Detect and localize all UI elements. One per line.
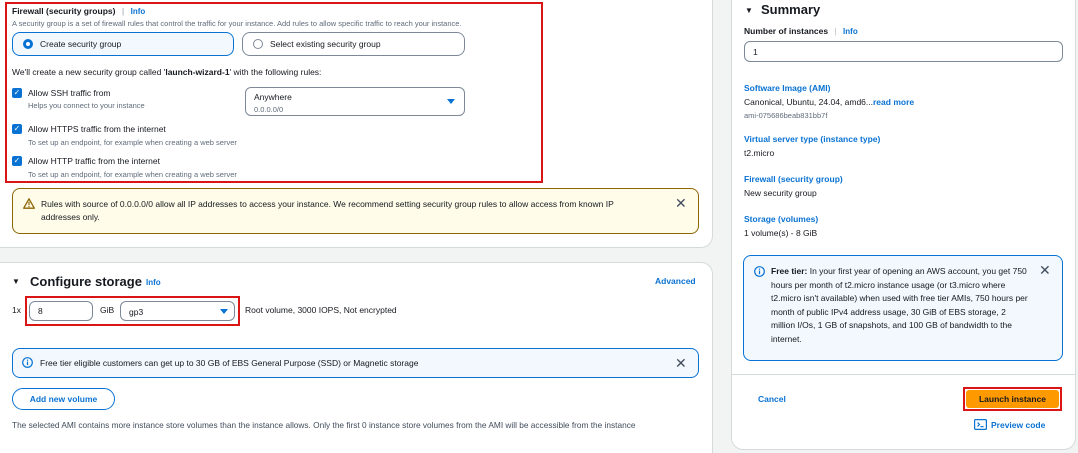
create-option-label: Create security group <box>40 39 122 49</box>
firewall-info-link[interactable]: Info <box>131 7 146 16</box>
storage-title: Configure storage <box>30 274 142 289</box>
volume-unit-label: GiB <box>100 305 115 315</box>
free-tier-alert: Free tier: In your first year of opening… <box>743 255 1063 361</box>
close-icon[interactable]: ✕ <box>675 356 687 370</box>
storage-summary-value: 1 volume(s) - 8 GiB <box>744 228 818 238</box>
ssh-rule-label: Allow SSH traffic from <box>28 88 111 98</box>
https-rule-label: Allow HTTPS traffic from the internet <box>28 124 166 134</box>
firewall-summary-link[interactable]: Firewall (security group) <box>744 174 843 184</box>
volume-size-input[interactable]: 8 <box>29 301 93 321</box>
info-icon <box>22 357 33 368</box>
free-tier-text: In your first year of opening an AWS acc… <box>771 266 1028 344</box>
http-rule-label: Allow HTTP traffic from the internet <box>28 156 160 166</box>
volume-type-select[interactable]: gp3 <box>120 301 235 321</box>
new-group-prefix: We'll create a new security group called… <box>12 67 166 77</box>
ami-link[interactable]: Software Image (AMI) <box>744 83 830 93</box>
summary-title: Summary <box>761 2 821 17</box>
open-access-warning: Rules with source of 0.0.0.0/0 allow all… <box>12 188 699 234</box>
http-rule-desc: To set up an endpoint, for example when … <box>28 170 237 179</box>
ami-value: Canonical, Ubuntu, 24.04, amd6... <box>744 97 873 107</box>
checkmark-icon: ✓ <box>13 88 21 97</box>
ssh-source-cidr: 0.0.0.0/0 <box>254 105 284 114</box>
launch-instance-button[interactable]: Launch instance <box>966 390 1059 408</box>
new-group-name: launch-wizard-1 <box>165 67 230 77</box>
close-icon[interactable]: ✕ <box>1039 263 1051 277</box>
preview-code-label: Preview code <box>991 419 1046 430</box>
volume-description: Root volume, 3000 IOPS, Not encrypted <box>245 305 397 315</box>
firewall-summary-value: New security group <box>744 188 817 198</box>
label-separator: | <box>834 26 837 36</box>
info-icon <box>754 266 765 277</box>
existing-option-label: Select existing security group <box>270 39 381 49</box>
preview-code-button[interactable]: Preview code <box>974 419 1045 430</box>
instances-label: Number of instances | Info <box>744 26 858 36</box>
instance-type-link[interactable]: Virtual server type (instance type) <box>744 134 880 144</box>
storage-advanced-link[interactable]: Advanced <box>655 276 696 286</box>
add-new-volume-button[interactable]: Add new volume <box>12 388 115 410</box>
create-security-group-option[interactable]: Create security group <box>12 32 234 56</box>
free-tier-storage-alert: Free tier eligible customers can get up … <box>12 348 699 378</box>
code-icon <box>974 419 987 430</box>
select-existing-security-group-option[interactable]: Select existing security group <box>242 32 465 56</box>
close-icon[interactable]: ✕ <box>675 196 687 210</box>
title-separator: | <box>121 6 125 16</box>
caret-down-icon <box>447 99 455 104</box>
https-checkbox[interactable]: ✓ <box>12 124 22 134</box>
http-checkbox[interactable]: ✓ <box>12 156 22 166</box>
summary-card <box>731 0 1076 450</box>
instances-info-link[interactable]: Info <box>843 27 858 36</box>
new-group-suffix: ' with the following rules: <box>229 67 322 77</box>
radio-unselected-icon <box>253 39 263 49</box>
instance-store-note: The selected AMI contains more instance … <box>12 420 636 430</box>
ssh-rule-desc: Helps you connect to your instance <box>28 101 145 110</box>
warning-icon <box>23 198 35 209</box>
checkmark-icon: ✓ <box>13 156 21 165</box>
summary-collapse-toggle[interactable]: ▼ <box>745 6 753 15</box>
free-tier-title: Free tier: <box>771 266 808 276</box>
volume-type-value: gp3 <box>129 307 144 317</box>
instances-label-text: Number of instances <box>744 26 829 36</box>
ssh-checkbox[interactable]: ✓ <box>12 88 22 98</box>
ami-read-more-link[interactable]: read more <box>873 97 914 107</box>
ami-id: ami-075686beab831bb7f <box>744 111 828 120</box>
checkmark-icon: ✓ <box>13 124 21 133</box>
new-group-sentence: We'll create a new security group called… <box>12 67 321 77</box>
storage-info-link[interactable]: Info <box>146 278 161 287</box>
number-of-instances-input[interactable]: 1 <box>744 41 1063 62</box>
radio-selected-icon <box>23 39 33 49</box>
storage-collapse-toggle[interactable]: ▼ <box>12 277 20 286</box>
firewall-title: Firewall (security groups) | Info <box>12 6 145 16</box>
summary-footer-divider <box>731 374 1076 375</box>
firewall-title-text: Firewall (security groups) <box>12 6 116 16</box>
firewall-description: A security group is a set of firewall ru… <box>12 19 462 28</box>
https-rule-desc: To set up an endpoint, for example when … <box>28 138 237 147</box>
warning-text: Rules with source of 0.0.0.0/0 allow all… <box>41 199 614 222</box>
free-tier-storage-text: Free tier eligible customers can get up … <box>40 358 419 368</box>
caret-down-icon <box>220 309 228 314</box>
ssh-source-value: Anywhere <box>254 92 292 102</box>
storage-summary-link[interactable]: Storage (volumes) <box>744 214 818 224</box>
ami-value-line: Canonical, Ubuntu, 24.04, amd6...read mo… <box>744 97 914 107</box>
instance-type-value: t2.micro <box>744 148 775 158</box>
volume-multiplier: 1x <box>12 305 21 315</box>
cancel-button[interactable]: Cancel <box>758 394 786 404</box>
ssh-source-select[interactable]: Anywhere 0.0.0.0/0 <box>245 87 465 116</box>
free-tier-text-block: Free tier: In your first year of opening… <box>771 265 1029 346</box>
